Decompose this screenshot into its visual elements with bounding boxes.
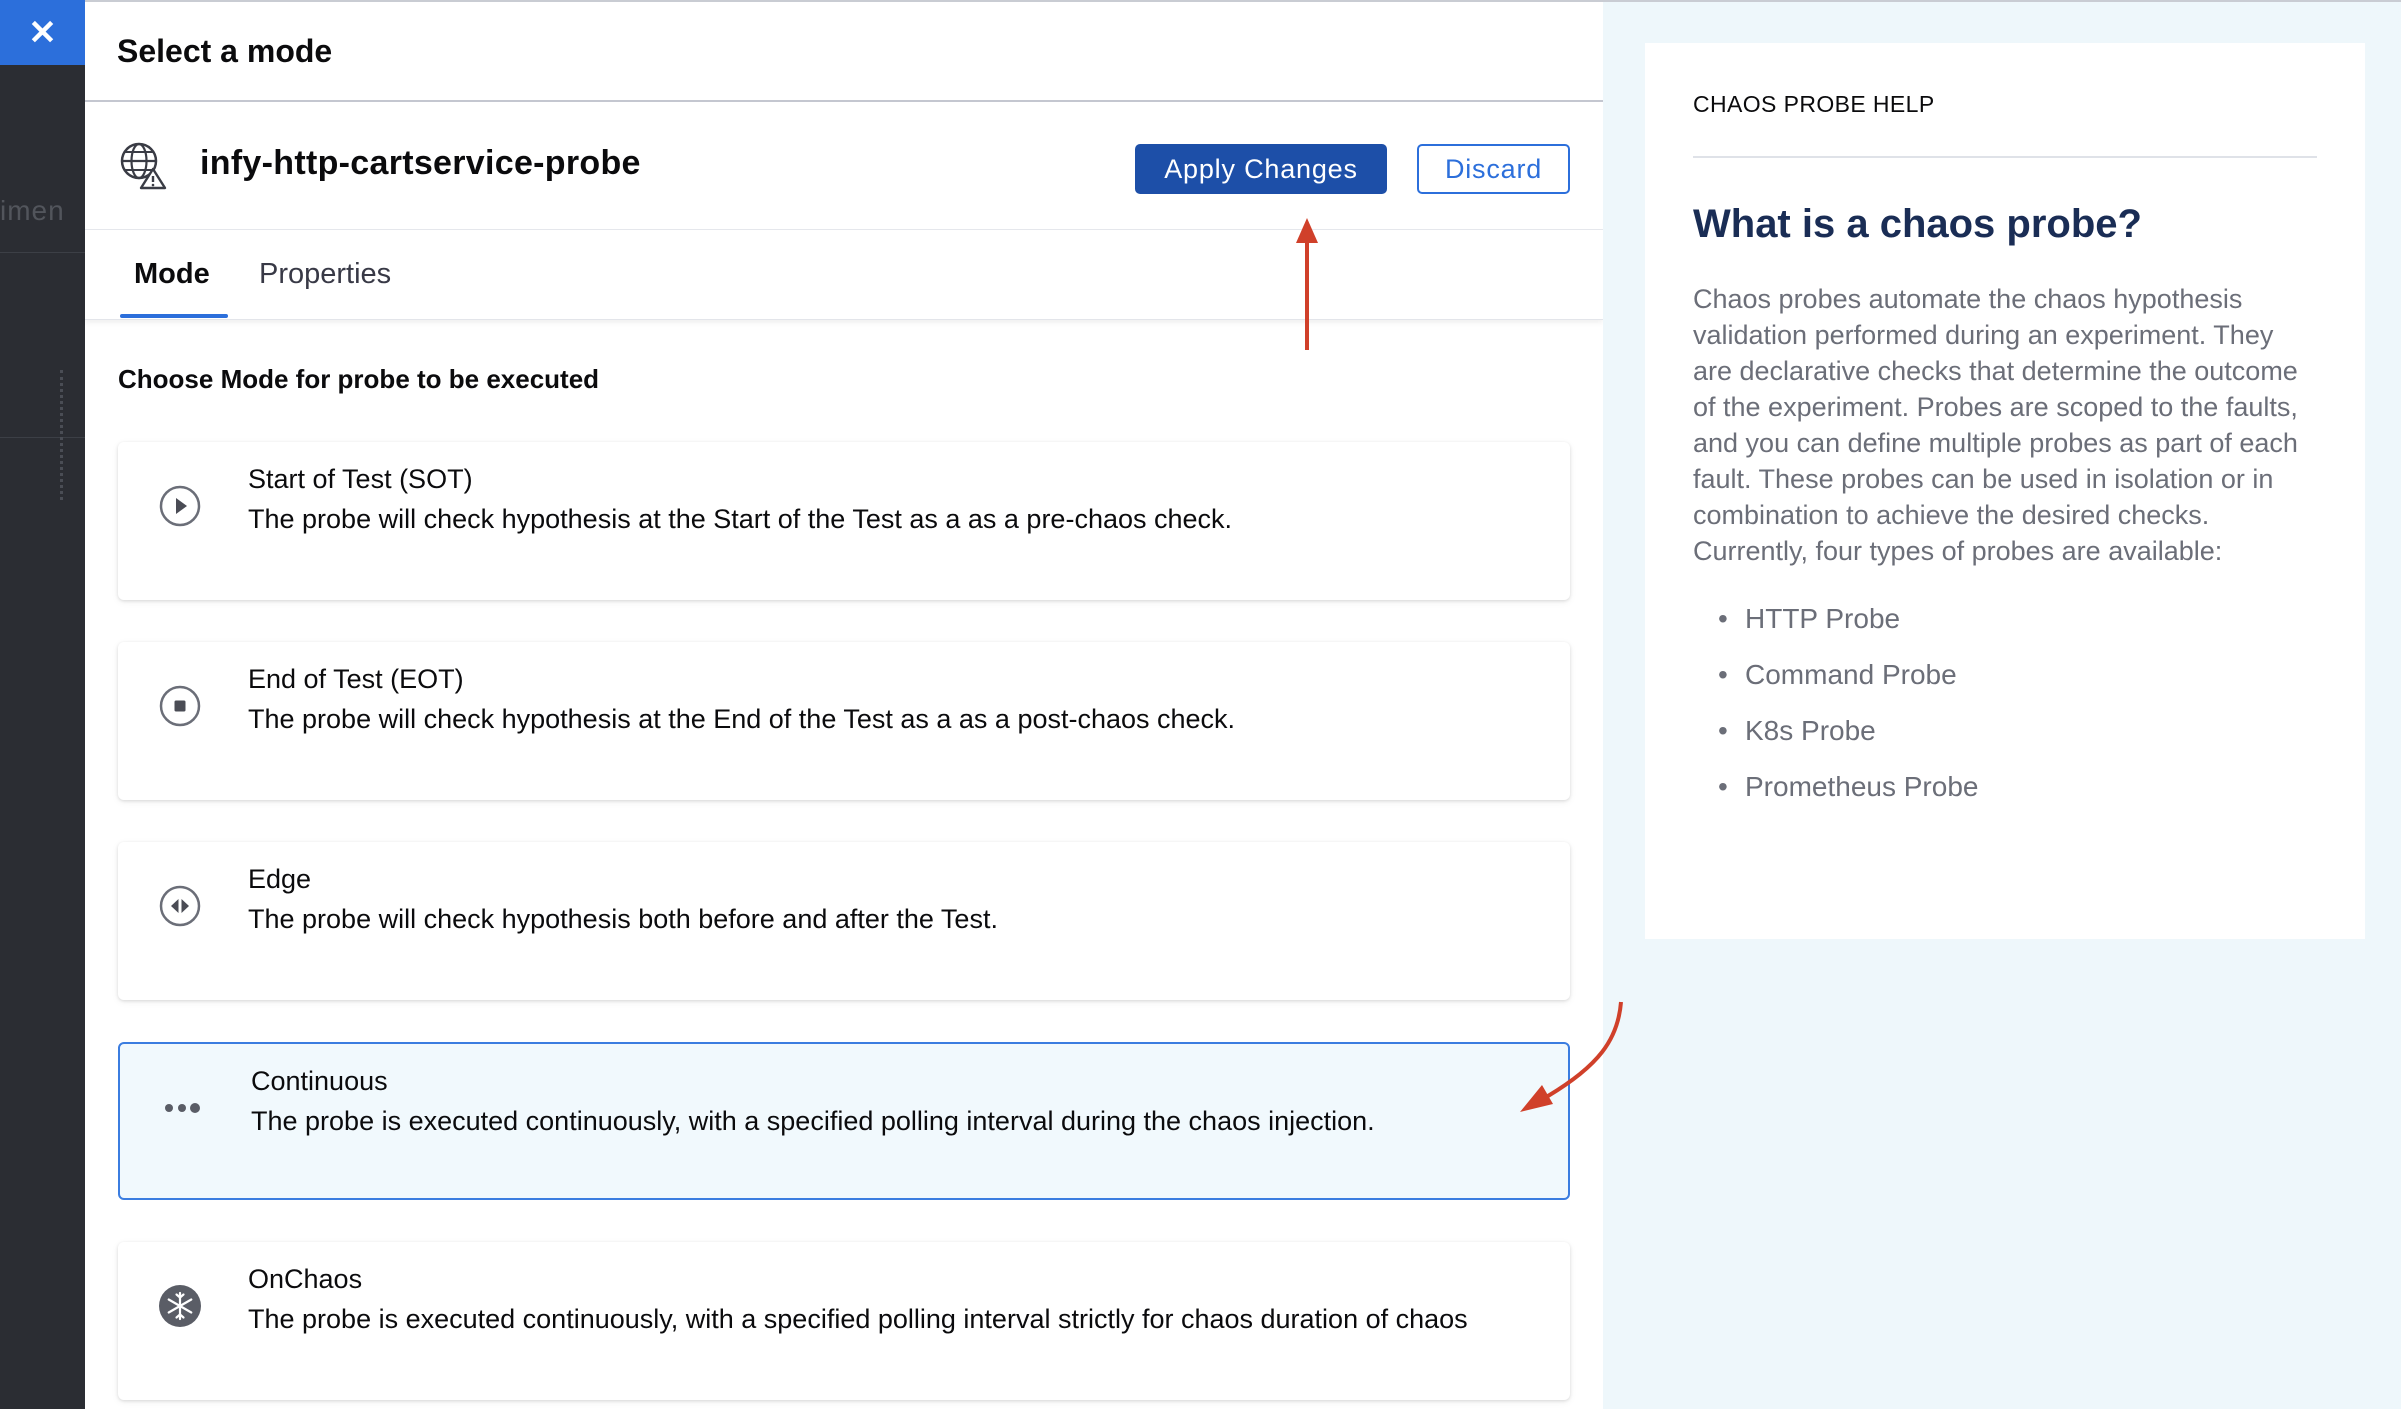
- tab-bar: Mode Properties: [85, 230, 1603, 320]
- mode-description: The probe is executed continuously, with…: [248, 1304, 1468, 1334]
- close-button[interactable]: ✕: [0, 0, 85, 65]
- snowflake-icon: [159, 1285, 201, 1327]
- play-circle-icon: [159, 485, 201, 527]
- stop-circle-icon: [159, 685, 201, 727]
- help-card: CHAOS PROBE HELP What is a chaos probe? …: [1645, 43, 2365, 939]
- list-item: Command Probe: [1718, 647, 2317, 703]
- mode-card-onchaos[interactable]: OnChaos The probe is executed continuous…: [118, 1242, 1570, 1400]
- background-divider: [0, 437, 85, 438]
- select-mode-panel: Select a mode infy-http-cartservice-prob…: [85, 0, 1603, 1409]
- background-text: imen: [0, 195, 65, 226]
- mode-description: The probe is executed continuously, with…: [251, 1106, 1375, 1136]
- section-title: Choose Mode for probe to be executed: [118, 364, 600, 394]
- mode-card-eot[interactable]: End of Test (EOT) The probe will check h…: [118, 642, 1570, 800]
- background-divider: [0, 252, 85, 253]
- mode-card-edge[interactable]: Edge The probe will check hypothesis bot…: [118, 842, 1570, 1000]
- active-tab-indicator: [120, 314, 228, 318]
- globe-warning-icon: [120, 142, 167, 190]
- tab-properties[interactable]: Properties: [259, 258, 391, 291]
- help-heading: What is a chaos probe?: [1693, 202, 2142, 246]
- mode-card-sot[interactable]: Start of Test (SOT) The probe will check…: [118, 442, 1570, 600]
- apply-changes-button[interactable]: Apply Changes: [1135, 144, 1387, 194]
- list-item: Prometheus Probe: [1718, 759, 2317, 815]
- edge-circle-icon: [159, 885, 201, 927]
- mode-name: OnChaos: [248, 1264, 363, 1294]
- mode-name: End of Test (EOT): [248, 664, 464, 694]
- probe-bar: infy-http-cartservice-probe Apply Change…: [85, 102, 1603, 230]
- help-sidebar: CHAOS PROBE HELP What is a chaos probe? …: [1603, 0, 2401, 1409]
- mode-name: Edge: [248, 864, 312, 894]
- mode-description: The probe will check hypothesis at the E…: [248, 704, 1236, 734]
- probe-types-list: HTTP Probe Command Probe K8s Probe Prome…: [1693, 591, 2317, 815]
- close-icon: ✕: [28, 13, 57, 52]
- mode-name: Continuous: [251, 1066, 388, 1096]
- background-page: imen: [0, 0, 85, 1409]
- help-body: Chaos probes automate the chaos hypothes…: [1693, 284, 2298, 566]
- discard-button[interactable]: Discard: [1417, 144, 1570, 194]
- dots-icon: [165, 1103, 200, 1113]
- mode-name: Start of Test (SOT): [248, 464, 473, 494]
- mode-description: The probe will check hypothesis at the S…: [248, 504, 1233, 534]
- mode-description: The probe will check hypothesis both bef…: [248, 904, 998, 934]
- list-item: HTTP Probe: [1718, 591, 2317, 647]
- probe-name: infy-http-cartservice-probe: [200, 144, 641, 182]
- panel-header: Select a mode: [85, 2, 1603, 102]
- help-divider: [1693, 156, 2317, 158]
- tab-mode[interactable]: Mode: [134, 258, 210, 291]
- panel-title: Select a mode: [117, 32, 333, 69]
- background-dashed-line: [60, 370, 63, 500]
- list-item: K8s Probe: [1718, 703, 2317, 759]
- help-label: CHAOS PROBE HELP: [1693, 91, 1935, 117]
- mode-card-continuous[interactable]: Continuous The probe is executed continu…: [118, 1042, 1570, 1200]
